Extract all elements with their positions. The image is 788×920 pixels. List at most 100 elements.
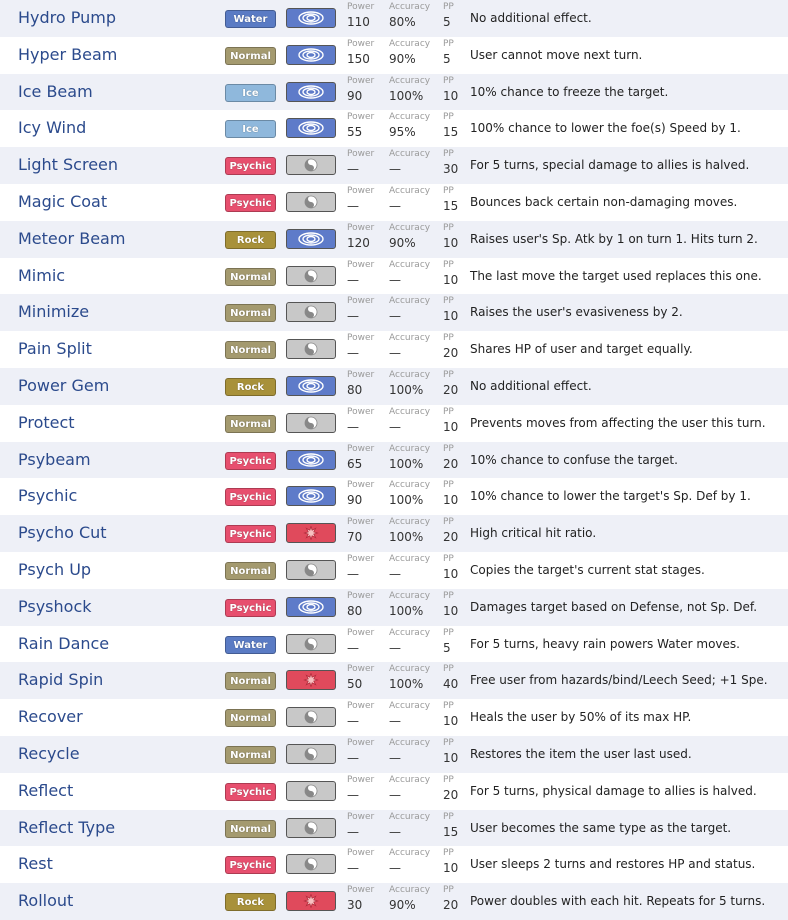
move-row[interactable]: Minimize Normal Power — Accuracy — PP 10…	[0, 294, 788, 332]
move-row[interactable]: Reflect Psychic Power — Accuracy — PP 20…	[0, 773, 788, 810]
move-name[interactable]: Light Screen	[18, 147, 118, 184]
type-badge[interactable]: Normal	[225, 561, 276, 580]
power-label: Power	[347, 149, 375, 160]
pp-value: 10	[443, 309, 459, 324]
type-badge[interactable]: Ice	[225, 83, 276, 102]
type-badge[interactable]: Rock	[225, 893, 276, 912]
move-name[interactable]: Icy Wind	[18, 110, 86, 147]
accuracy-stat: Accuracy 100%	[389, 665, 430, 691]
type-badge[interactable]: Psychic	[225, 598, 276, 617]
type-badge[interactable]: Normal	[225, 304, 276, 323]
accuracy-value: —	[389, 419, 401, 434]
move-row[interactable]: Rapid Spin Normal Power 50 Accuracy 100%…	[0, 662, 788, 700]
pp-stat: PP 30	[443, 149, 458, 176]
type-badge[interactable]: Normal	[225, 819, 276, 838]
move-name[interactable]: Rest	[18, 846, 53, 883]
move-row[interactable]: Recycle Normal Power — Accuracy — PP 10 …	[0, 735, 788, 773]
accuracy-label: Accuracy	[389, 590, 431, 601]
type-badge[interactable]: Normal	[225, 745, 276, 764]
move-row[interactable]: Psychic Psychic Power 90 Accuracy 100% P…	[0, 478, 788, 515]
move-name[interactable]: Power Gem	[18, 368, 109, 405]
type-badge[interactable]: Water	[225, 635, 276, 654]
accuracy-stat: Accuracy —	[389, 702, 430, 728]
type-badge[interactable]: Normal	[225, 709, 276, 728]
type-badge[interactable]: Normal	[225, 46, 276, 65]
move-row[interactable]: Meteor Beam Rock Power 120 Accuracy 90% …	[0, 220, 788, 258]
move-name[interactable]: Hyper Beam	[18, 37, 117, 74]
accuracy-stat: Accuracy 100%	[389, 76, 430, 102]
move-row[interactable]: Reflect Type Normal Power — Accuracy — P…	[0, 809, 788, 847]
pp-label: PP	[443, 480, 454, 491]
type-badge[interactable]: Normal	[225, 672, 276, 691]
power-stat: Power 70	[347, 518, 374, 544]
type-badge[interactable]: Psychic	[225, 157, 276, 176]
move-name[interactable]: Rollout	[18, 883, 73, 920]
move-row[interactable]: Icy Wind Ice Power 55 Accuracy 95% PP 15…	[0, 110, 788, 147]
move-name[interactable]: Psych Up	[18, 552, 91, 589]
move-name[interactable]: Meteor Beam	[18, 221, 125, 258]
move-row[interactable]: Psycho Cut Psychic Power 70 Accuracy 100…	[0, 515, 788, 552]
move-name[interactable]: Recycle	[18, 736, 80, 773]
move-row[interactable]: Light Screen Psychic Power — Accuracy — …	[0, 147, 788, 184]
type-badge[interactable]: Ice	[225, 120, 276, 139]
move-name[interactable]: Magic Coat	[18, 184, 107, 221]
move-row[interactable]: Rollout Rock Power 30 Accuracy 90% PP 20…	[0, 883, 788, 920]
move-row[interactable]: Protect Normal Power — Accuracy — PP 10 …	[0, 405, 788, 442]
accuracy-stat: Accuracy 100%	[389, 518, 430, 544]
accuracy-stat: Accuracy —	[389, 628, 430, 654]
move-effect: Power doubles with each hit. Repeats for…	[470, 894, 766, 909]
move-row[interactable]: Psybeam Psychic Power 65 Accuracy 100% P…	[0, 441, 788, 479]
type-badge[interactable]: Water	[225, 10, 276, 28]
type-badge[interactable]: Rock	[225, 377, 276, 396]
move-row[interactable]: Psych Up Normal Power — Accuracy — PP 10…	[0, 552, 788, 589]
type-badge[interactable]: Normal	[225, 267, 276, 286]
type-badge[interactable]: Psychic	[225, 451, 276, 470]
status-move-icon	[286, 339, 336, 360]
move-effect: User cannot move next turn.	[470, 47, 643, 62]
move-row[interactable]: Rain Dance Water Power — Accuracy — PP 5…	[0, 626, 788, 663]
physical-move-icon	[286, 891, 336, 912]
move-name[interactable]: Protect	[18, 405, 75, 442]
power-label: Power	[347, 296, 375, 307]
pp-value: 10	[443, 235, 459, 250]
move-row[interactable]: Hydro Pump Water Power 110 Accuracy 80% …	[0, 0, 788, 37]
type-badge[interactable]: Psychic	[225, 856, 276, 875]
move-row[interactable]: Rest Psychic Power — Accuracy — PP 10 Us…	[0, 846, 788, 883]
power-value: —	[347, 566, 359, 581]
pp-label: PP	[443, 443, 454, 454]
move-row[interactable]: Pain Split Normal Power — Accuracy — PP …	[0, 331, 788, 368]
move-name[interactable]: Reflect Type	[18, 810, 115, 847]
pp-label: PP	[443, 149, 454, 160]
power-label: Power	[347, 774, 375, 785]
move-row[interactable]: Recover Normal Power — Accuracy — PP 10 …	[0, 699, 788, 736]
type-badge[interactable]: Rock	[225, 230, 276, 249]
accuracy-value: —	[389, 198, 401, 213]
type-badge[interactable]: Normal	[225, 414, 276, 433]
move-name[interactable]: Mimic	[18, 258, 65, 295]
move-row[interactable]: Psyshock Psychic Power 80 Accuracy 100% …	[0, 588, 788, 626]
power-label: Power	[347, 75, 375, 86]
move-name[interactable]: Rain Dance	[18, 626, 109, 663]
move-name[interactable]: Psyshock	[18, 589, 92, 626]
move-name[interactable]: Reflect	[18, 773, 73, 810]
move-row[interactable]: Magic Coat Psychic Power — Accuracy — PP…	[0, 184, 788, 221]
move-name[interactable]: Minimize	[18, 294, 89, 331]
move-name[interactable]: Psycho Cut	[18, 515, 107, 552]
accuracy-value: 90%	[389, 235, 416, 250]
type-badge[interactable]: Psychic	[225, 525, 276, 544]
move-name[interactable]: Psybeam	[18, 442, 91, 479]
type-badge[interactable]: Psychic	[225, 488, 276, 507]
move-row[interactable]: Ice Beam Ice Power 90 Accuracy 100% PP 1…	[0, 73, 788, 111]
move-name[interactable]: Pain Split	[18, 331, 92, 368]
move-name[interactable]: Rapid Spin	[18, 662, 103, 699]
move-row[interactable]: Hyper Beam Normal Power 150 Accuracy 90%…	[0, 37, 788, 74]
move-name[interactable]: Hydro Pump	[18, 0, 116, 37]
type-badge[interactable]: Psychic	[225, 782, 276, 801]
move-name[interactable]: Recover	[18, 699, 83, 736]
move-name[interactable]: Psychic	[18, 478, 77, 515]
move-name[interactable]: Ice Beam	[18, 74, 93, 111]
type-badge[interactable]: Psychic	[225, 193, 276, 212]
type-badge[interactable]: Normal	[225, 341, 276, 360]
move-row[interactable]: Power Gem Rock Power 80 Accuracy 100% PP…	[0, 367, 788, 405]
move-row[interactable]: Mimic Normal Power — Accuracy — PP 10 Th…	[0, 258, 788, 295]
